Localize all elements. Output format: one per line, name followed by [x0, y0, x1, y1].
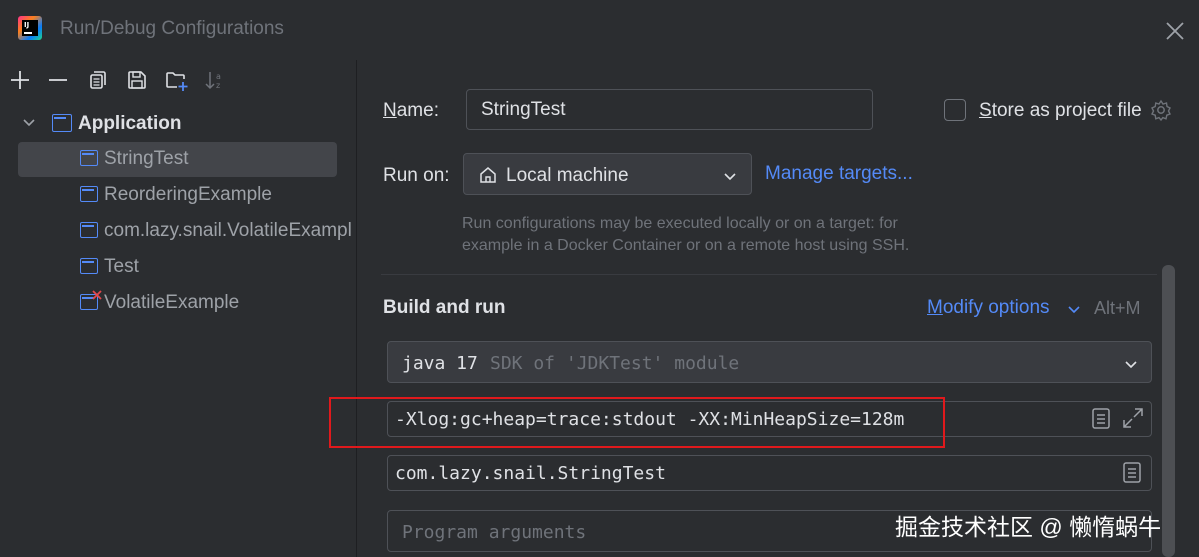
chevron-down-icon [1125, 361, 1137, 369]
modify-options-link[interactable]: Modify options [927, 297, 1050, 319]
tree-item-label: StringTest [104, 148, 189, 169]
main-class-value: com.lazy.snail.StringTest [395, 463, 666, 484]
chevron-down-icon [724, 173, 736, 181]
close-icon[interactable] [1160, 16, 1190, 46]
store-as-project-file-checkbox[interactable] [944, 99, 966, 121]
gear-icon[interactable] [1150, 99, 1172, 121]
tree-item-label: com.lazy.snail.VolatileExampl [104, 220, 352, 241]
run-on-label: Run on: [383, 165, 450, 186]
sdk-java-version: java 17 [402, 353, 478, 374]
configurations-toolbar: az [0, 60, 356, 100]
run-config-icon [80, 186, 98, 202]
configurations-panel: az Application StringTest ReorderingExam… [0, 60, 356, 557]
copy-icon[interactable] [85, 68, 109, 92]
run-on-dropdown[interactable]: Local machine [463, 153, 752, 195]
tree-item-label: VolatileExample [104, 292, 240, 313]
new-folder-icon[interactable] [164, 68, 188, 92]
minus-icon[interactable] [46, 68, 70, 92]
expand-icon[interactable] [1121, 406, 1145, 430]
build-and-run-title: Build and run [383, 297, 506, 318]
tree-group-label: Application [78, 113, 182, 134]
title-bar: IJ Run/Debug Configurations [0, 0, 1199, 60]
name-label: Name: [383, 100, 439, 121]
sort-icon[interactable]: az [203, 68, 227, 92]
save-icon[interactable] [125, 68, 149, 92]
svg-text:a: a [216, 72, 221, 81]
run-config-icon [80, 222, 98, 238]
program-arguments-placeholder: Program arguments [402, 522, 587, 543]
document-icon[interactable] [1121, 461, 1143, 485]
tree-item-volatileexample[interactable]: VolatileExample [0, 285, 356, 319]
tree-item-reorderingexample[interactable]: ReorderingExample [0, 177, 356, 211]
vertical-scrollbar[interactable] [1162, 265, 1175, 557]
run-debug-dialog: IJ Run/Debug Configurations a z Applicat… [0, 0, 1199, 557]
application-icon [52, 114, 72, 132]
plus-icon[interactable] [8, 68, 32, 92]
manage-targets-link[interactable]: Manage targets... [765, 163, 913, 185]
run-on-hint: Run configurations may be executed local… [462, 215, 910, 254]
run-config-icon [80, 150, 98, 166]
tree-group-application[interactable]: Application [0, 106, 356, 140]
vm-options-field[interactable]: -Xlog:gc+heap=trace:stdout -XX:MinHeapSi… [387, 401, 1152, 437]
tree-item-volatileexample-full[interactable]: com.lazy.snail.VolatileExampl [0, 213, 356, 247]
vm-options-value: -Xlog:gc+heap=trace:stdout -XX:MinHeapSi… [395, 409, 905, 430]
tree-item-test[interactable]: Test [0, 249, 356, 283]
error-icon [92, 290, 102, 300]
modify-options-shortcut: Alt+M [1094, 298, 1141, 318]
store-as-project-file-label[interactable]: Store as project file [979, 100, 1142, 122]
watermark: 掘金技术社区 @ 懒惰蜗牛 [895, 514, 1162, 540]
intellij-logo-icon: IJ [18, 16, 42, 40]
home-icon [480, 167, 496, 183]
document-icon[interactable] [1090, 407, 1112, 431]
window-title: Run/Debug Configurations [60, 18, 284, 39]
sdk-dropdown[interactable]: java 17 SDK of 'JDKTest' module [387, 341, 1152, 383]
svg-text:z: z [216, 81, 220, 90]
tree-item-label: ReorderingExample [104, 184, 272, 205]
configuration-editor: Name: StringTest Store as project file R… [357, 60, 1199, 557]
section-separator [381, 274, 1157, 275]
tree-item-stringtest[interactable]: StringTest [0, 141, 356, 177]
main-class-field[interactable]: com.lazy.snail.StringTest [387, 455, 1152, 491]
sdk-description: SDK of 'JDKTest' module [490, 353, 740, 374]
chevron-down-icon[interactable] [1066, 301, 1082, 317]
name-field-value: StringTest [481, 99, 566, 120]
run-on-value: Local machine [506, 165, 629, 186]
run-config-icon [80, 258, 98, 274]
tree-item-label: Test [104, 256, 139, 277]
name-field[interactable]: StringTest [466, 89, 873, 130]
chevron-down-icon[interactable] [22, 116, 36, 130]
